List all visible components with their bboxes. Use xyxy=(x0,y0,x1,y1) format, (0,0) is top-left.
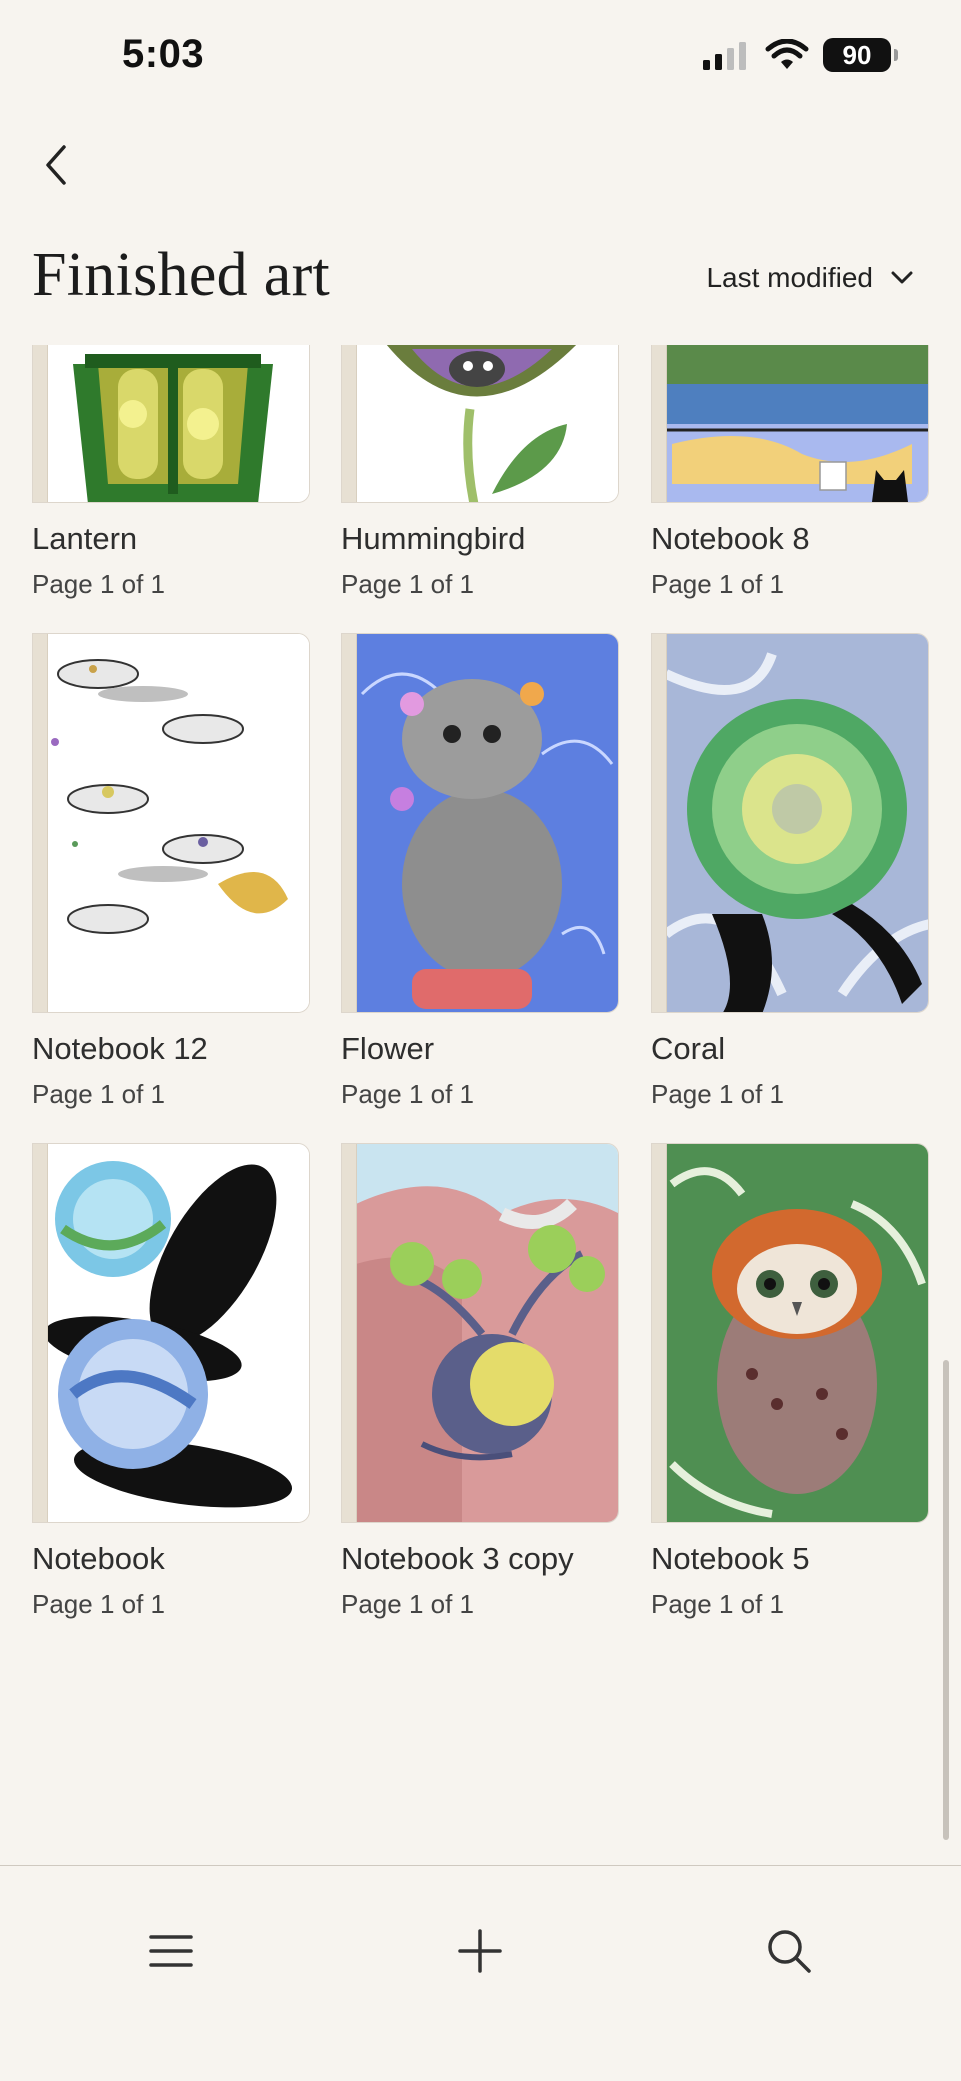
marbles-artwork xyxy=(33,1144,309,1522)
notebook-page-count: Page 1 of 1 xyxy=(341,1079,474,1109)
notebook-page-count: Page 1 of 1 xyxy=(341,1589,474,1619)
notebook-title: Notebook 3 copy xyxy=(341,1541,574,1576)
plus-icon xyxy=(458,1929,502,1973)
notebook-card[interactable]: Flower Page 1 of 1 xyxy=(341,633,619,1110)
notebook-spine xyxy=(342,1144,357,1522)
notebook-card[interactable]: Notebook 8 Page 1 of 1 xyxy=(651,345,929,600)
notebook-page-count: Page 1 of 1 xyxy=(341,569,474,599)
notebook-thumbnail[interactable] xyxy=(651,633,929,1013)
notebook-title: Flower xyxy=(341,1031,435,1066)
notebook-spine xyxy=(33,1144,48,1522)
scrollbar[interactable] xyxy=(943,1360,949,1840)
menu-icon xyxy=(149,1935,193,1967)
lantern-artwork xyxy=(33,345,309,502)
notebook-spine xyxy=(33,634,48,1012)
notebook-thumbnail[interactable] xyxy=(341,345,619,503)
page-title: Finished art xyxy=(32,241,331,309)
menu-button[interactable] xyxy=(136,1916,206,1986)
status-bar: 5:03 90 xyxy=(0,0,961,110)
cat-artwork xyxy=(342,634,618,1012)
notebook-card[interactable]: Notebook 5 Page 1 of 1 xyxy=(651,1143,929,1620)
status-icons: 90 xyxy=(701,38,898,72)
owl-artwork xyxy=(652,1144,928,1522)
notebook-grid[interactable]: Lantern Page 1 of 1 Hummingbird Page 1 o… xyxy=(0,345,961,1865)
notebook-spine xyxy=(342,634,357,1012)
notebook-spine xyxy=(652,1144,667,1522)
notebook-thumbnail[interactable] xyxy=(341,1143,619,1523)
notebook-thumbnail[interactable] xyxy=(32,345,310,503)
sort-label: Last modified xyxy=(706,262,873,293)
search-icon xyxy=(768,1930,811,1973)
add-button[interactable] xyxy=(445,1916,515,1986)
notebook-card[interactable]: Lantern Page 1 of 1 xyxy=(32,345,310,600)
tree-artwork xyxy=(342,1144,618,1522)
notebook-title: Hummingbird xyxy=(341,521,526,556)
notebook-page-count: Page 1 of 1 xyxy=(651,1589,784,1619)
notebook-thumbnail[interactable] xyxy=(32,1143,310,1523)
notebook-spine xyxy=(652,634,667,1012)
notebook-title: Notebook 5 xyxy=(651,1541,810,1576)
notebook-thumbnail[interactable] xyxy=(341,633,619,1013)
beach-artwork xyxy=(652,345,928,502)
notebook-page-count: Page 1 of 1 xyxy=(651,1079,784,1109)
hummingbird-artwork xyxy=(342,345,618,502)
chevron-down-icon xyxy=(891,271,913,284)
notebook-page-count: Page 1 of 1 xyxy=(32,1079,165,1109)
notebook-card[interactable]: Notebook 12 Page 1 of 1 xyxy=(32,633,310,1110)
notebook-page-count: Page 1 of 1 xyxy=(651,569,784,599)
notebook-title: Notebook 8 xyxy=(651,521,810,556)
notebook-title: Notebook xyxy=(32,1541,165,1576)
notebook-spine xyxy=(652,345,667,502)
wifi-icon xyxy=(765,39,809,69)
coral-artwork xyxy=(652,634,928,1012)
sort-dropdown[interactable]: Last modified xyxy=(706,262,913,294)
notebook-card[interactable]: Notebook Page 1 of 1 xyxy=(32,1143,310,1620)
notebook-title: Lantern xyxy=(32,521,138,556)
cellular-signal-icon xyxy=(703,42,746,70)
bowls-artwork xyxy=(33,634,309,1012)
notebook-card[interactable]: Hummingbird Page 1 of 1 xyxy=(341,345,619,600)
notebook-card[interactable]: Coral Page 1 of 1 xyxy=(651,633,929,1110)
search-button[interactable] xyxy=(754,1916,824,1986)
notebook-thumbnail[interactable] xyxy=(651,345,929,503)
chevron-left-icon xyxy=(46,145,66,185)
back-button[interactable] xyxy=(32,138,80,192)
bottom-toolbar xyxy=(0,1865,961,2081)
notebook-page-count: Page 1 of 1 xyxy=(32,1589,165,1619)
notebook-page-count: Page 1 of 1 xyxy=(32,569,165,599)
notebook-title: Notebook 12 xyxy=(32,1031,208,1066)
notebook-spine xyxy=(33,345,48,502)
notebook-card[interactable]: Notebook 3 copy Page 1 of 1 xyxy=(341,1143,619,1620)
notebook-title: Coral xyxy=(651,1031,726,1066)
status-time: 5:03 xyxy=(122,32,205,76)
notebook-thumbnail[interactable] xyxy=(32,633,310,1013)
notebook-spine xyxy=(342,345,357,502)
notebook-thumbnail[interactable] xyxy=(651,1143,929,1523)
battery-icon: 90 xyxy=(823,38,898,72)
